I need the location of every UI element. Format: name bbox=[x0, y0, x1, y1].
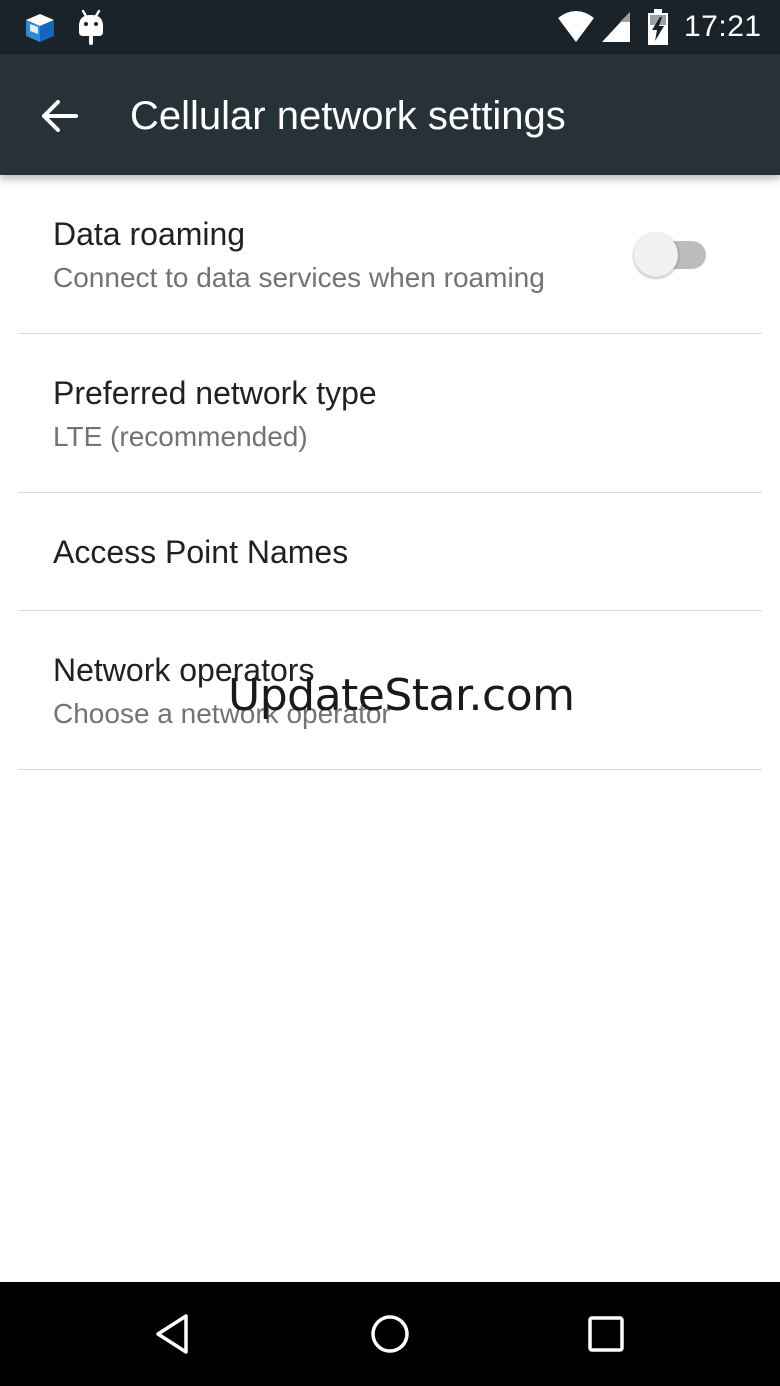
navigation-bar bbox=[0, 1282, 780, 1386]
setting-title: Access Point Names bbox=[53, 534, 349, 570]
screen: 17:21 Cellular network settings Data roa… bbox=[0, 0, 780, 1386]
battery-charging-icon bbox=[648, 9, 668, 45]
status-bar: 17:21 bbox=[0, 0, 780, 54]
setting-summary: LTE (recommended) bbox=[53, 421, 308, 452]
setting-title: Data roaming bbox=[53, 216, 246, 252]
status-clock: 17:21 bbox=[684, 10, 762, 43]
nav-back-icon bbox=[156, 1314, 188, 1354]
nav-home-icon bbox=[371, 1315, 409, 1353]
app-notification-icon bbox=[26, 14, 54, 42]
back-button[interactable] bbox=[28, 84, 92, 148]
setting-access-point-names[interactable]: Access Point Names bbox=[18, 493, 762, 611]
setting-data-roaming[interactable]: Data roaming Connect to data services wh… bbox=[18, 175, 762, 334]
switch-thumb bbox=[634, 233, 678, 277]
nav-back-button[interactable] bbox=[144, 1304, 204, 1364]
arrow-back-icon bbox=[42, 100, 78, 132]
data-roaming-switch[interactable] bbox=[634, 233, 708, 277]
setting-summary: Connect to data services when roaming bbox=[53, 262, 545, 293]
page-title: Cellular network settings bbox=[130, 94, 566, 138]
android-debug-icon bbox=[79, 9, 103, 45]
cell-signal-icon bbox=[602, 12, 630, 42]
setting-preferred-network-type[interactable]: Preferred network type LTE (recommended) bbox=[18, 334, 762, 493]
app-bar: Cellular network settings bbox=[0, 54, 780, 175]
nav-home-button[interactable] bbox=[360, 1304, 420, 1364]
nav-recents-button[interactable] bbox=[576, 1304, 636, 1364]
nav-recents-icon bbox=[588, 1316, 624, 1352]
wifi-icon bbox=[558, 11, 594, 42]
setting-title: Preferred network type bbox=[53, 375, 377, 411]
watermark-text: UpdateStar.com bbox=[228, 670, 575, 721]
